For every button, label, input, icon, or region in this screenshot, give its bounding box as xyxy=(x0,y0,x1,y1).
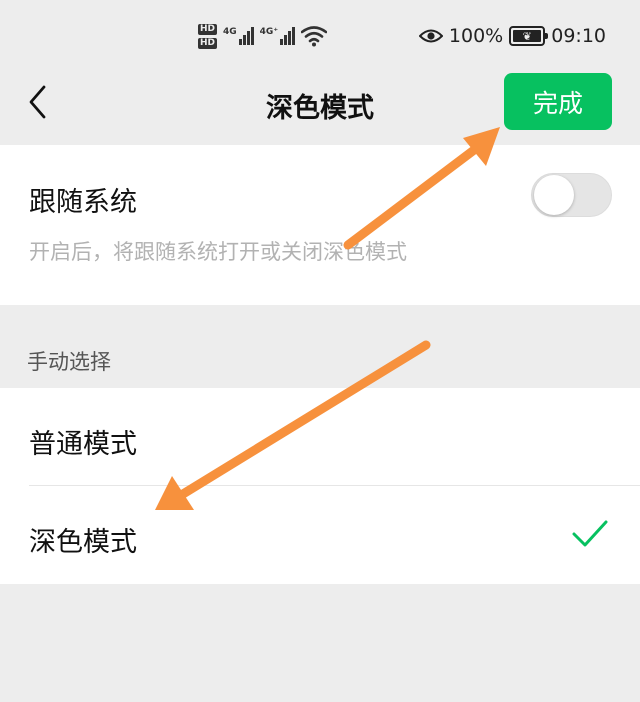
hd-badge: HD xyxy=(198,23,218,35)
battery-percent: 100% xyxy=(448,25,504,47)
wifi-icon xyxy=(301,26,328,47)
follow-system-card: 跟随系统 开启后，将跟随系统打开或关闭深色模式 xyxy=(0,145,640,305)
signal-icon: 4G⁺ xyxy=(259,27,296,45)
battery-icon: ❦ xyxy=(509,26,549,46)
signal-icon: 4G xyxy=(223,27,254,45)
follow-system-label: 跟随系统 xyxy=(29,187,137,218)
nav-bar: 深色模式 完成 xyxy=(0,70,640,142)
option-dark-mode[interactable]: 深色模式 xyxy=(0,486,640,584)
network-type-label: 4G xyxy=(223,27,237,37)
status-left-group: HD HD 4G 4G⁺ xyxy=(198,18,328,54)
hd-badges: HD HD xyxy=(198,23,218,49)
option-label: 深色模式 xyxy=(29,527,137,558)
checkmark-icon xyxy=(572,520,608,547)
status-bar: HD HD 4G 4G⁺ 100% ❦ 09:10 xyxy=(0,0,640,70)
status-time: 09:10 xyxy=(551,25,606,47)
manual-section-header: 手动选择 xyxy=(27,350,111,374)
follow-system-description: 开启后，将跟随系统打开或关闭深色模式 xyxy=(29,240,407,264)
done-button[interactable]: 完成 xyxy=(504,73,612,130)
option-normal-mode[interactable]: 普通模式 xyxy=(0,388,640,486)
network-type-label: 4G⁺ xyxy=(259,27,279,37)
follow-system-toggle[interactable] xyxy=(531,173,612,217)
option-label: 普通模式 xyxy=(29,429,137,460)
eye-icon xyxy=(418,29,443,43)
status-right-group: 100% ❦ 09:10 xyxy=(418,22,606,50)
leaf-icon: ❦ xyxy=(522,29,532,43)
hd-badge: HD xyxy=(198,37,218,49)
toggle-knob xyxy=(534,175,574,215)
manual-options-card: 普通模式 深色模式 xyxy=(0,388,640,584)
